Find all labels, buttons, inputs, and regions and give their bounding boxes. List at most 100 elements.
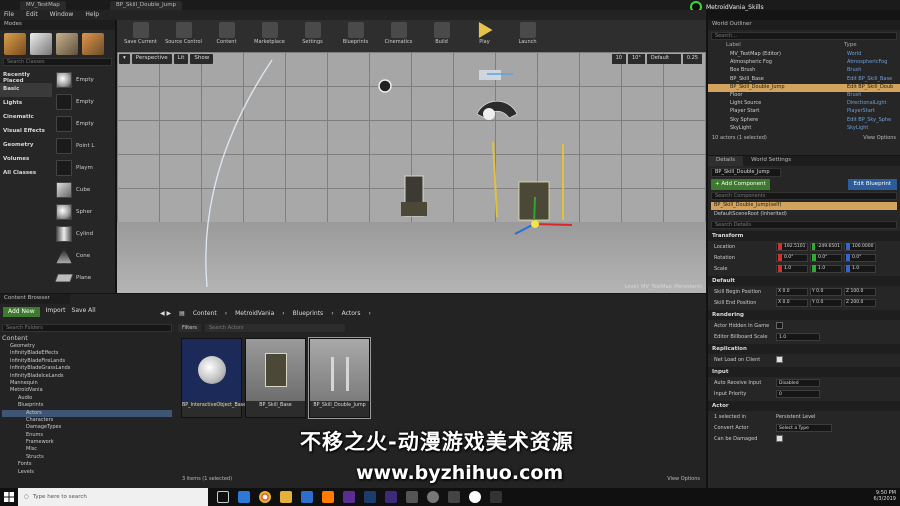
tree-item[interactable]: DamageTypes <box>2 424 172 431</box>
outliner-row[interactable]: Sky Sphere Edit BP_Sky_Sphe <box>708 117 900 125</box>
outliner-view-options[interactable]: View Options <box>863 135 896 141</box>
show-button[interactable]: Show <box>190 54 214 64</box>
import-button[interactable]: Import <box>46 307 66 317</box>
scale-y[interactable]: 1.0 <box>810 264 842 273</box>
edit-blueprint-button[interactable]: Edit Blueprint <box>847 179 897 190</box>
category-volumes[interactable]: Volumes <box>0 153 52 167</box>
location-z[interactable]: 100.0000 <box>844 242 876 251</box>
gizmo-origin[interactable] <box>531 220 539 228</box>
auto-receive-dropdown[interactable]: Disabled <box>776 378 820 387</box>
place-item[interactable]: Empty <box>52 113 115 135</box>
tree-item[interactable]: InfinityBladeFireLands <box>2 358 172 365</box>
col-type[interactable]: Type <box>844 42 894 51</box>
actor-name-field[interactable]: BP_Skill_Double_Jump <box>711 168 781 177</box>
outliner-row[interactable]: Player Start PlayerStart <box>708 108 900 116</box>
scale-x[interactable]: 1.0 <box>776 264 808 273</box>
place-item[interactable]: Cube <box>52 179 115 201</box>
premiere-icon[interactable] <box>343 491 355 503</box>
can-be-damaged-checkbox[interactable] <box>776 435 783 442</box>
place-item[interactable]: Playm <box>52 157 115 179</box>
breadcrumb-content[interactable]: Content <box>193 310 217 317</box>
tree-item-selected[interactable]: Actors <box>2 409 172 417</box>
place-item[interactable]: Point L <box>52 135 115 157</box>
steam-icon[interactable] <box>427 491 439 503</box>
tree-item[interactable]: Mannequin <box>2 380 172 387</box>
breadcrumb-blueprints[interactable]: Blueprints <box>293 310 324 317</box>
tree-item[interactable]: InfinityBladeGrassLands <box>2 365 172 372</box>
menu-window[interactable]: Window <box>50 11 74 19</box>
filters-button[interactable]: Filters <box>178 324 201 332</box>
category-recently-placed[interactable]: Recently Placed <box>0 69 52 84</box>
tree-item[interactable]: Blueprints <box>2 402 172 409</box>
system-tray[interactable]: 9:50 PM 6/3/2019 <box>874 490 896 502</box>
lit-button[interactable]: Lit <box>173 54 189 64</box>
windows-start-icon[interactable] <box>0 488 18 506</box>
tree-item[interactable]: InfinityBladeIceLands <box>2 373 172 380</box>
content-browser-tab[interactable]: Content Browser <box>0 294 70 304</box>
outliner-row[interactable]: MV_TestMap (Editor) World <box>708 51 900 59</box>
tree-item[interactable]: Characters <box>2 417 172 424</box>
viewport-options-button[interactable]: ▾ <box>119 54 130 64</box>
location-y[interactable]: -249.6501 <box>810 242 842 251</box>
place-item[interactable]: Cylind <box>52 223 115 245</box>
begin-y[interactable]: Y 0.0 <box>810 287 842 296</box>
place-mode-icon[interactable] <box>4 33 26 55</box>
add-new-button[interactable]: Add New <box>3 307 40 317</box>
calendar-icon[interactable] <box>448 491 460 503</box>
chrome-icon[interactable] <box>259 491 271 503</box>
landscape-mode-icon[interactable] <box>56 33 78 55</box>
begin-x[interactable]: X 0.0 <box>776 287 808 296</box>
build-button[interactable]: Build <box>421 22 462 50</box>
col-label[interactable]: Label <box>714 42 844 51</box>
end-y[interactable]: Y 0.0 <box>810 298 842 307</box>
place-item[interactable]: Empty <box>52 91 115 113</box>
menu-help[interactable]: Help <box>85 11 99 19</box>
input-priority-field[interactable]: 0 <box>776 389 820 398</box>
section-default[interactable]: Default <box>708 276 900 286</box>
begin-z[interactable]: Z 100.0 <box>844 287 876 296</box>
play-button[interactable]: Play <box>464 22 505 50</box>
settings-button[interactable]: Settings <box>292 22 333 50</box>
outliner-row[interactable]: Atmospheric Fog AtmosphericFog <box>708 59 900 67</box>
photoshop-icon[interactable] <box>364 491 376 503</box>
modes-search-input[interactable]: Search Classes <box>3 58 112 66</box>
place-item[interactable]: Cone <box>52 245 115 267</box>
source-control-button[interactable]: Source Control <box>163 22 204 50</box>
breadcrumb-metroidvania[interactable]: MetroidVania <box>235 310 274 317</box>
cinematics-button[interactable]: Cinematics <box>378 22 419 50</box>
asset-tile[interactable]: BP_Skill_Base <box>245 338 306 418</box>
search-assets-input[interactable]: Search Actors <box>205 324 345 332</box>
tree-item[interactable]: Content <box>2 334 172 343</box>
paint-mode-icon[interactable] <box>30 33 52 55</box>
category-cinematic[interactable]: Cinematic <box>0 111 52 125</box>
billboard-scale-field[interactable]: 1.0 <box>776 332 820 341</box>
rotation-y[interactable]: 0.0° <box>810 253 842 262</box>
animate-icon[interactable] <box>385 491 397 503</box>
launch-button[interactable]: Launch <box>507 22 548 50</box>
scale-z[interactable]: 1.0 <box>844 264 876 273</box>
outliner-row[interactable]: SkyLight SkyLight <box>708 125 900 133</box>
tree-item[interactable]: Framework <box>2 439 172 446</box>
section-transform[interactable]: Transform <box>708 231 900 241</box>
back-arrow-icon[interactable]: ◀ ▶ <box>160 310 171 317</box>
epic-launcher-icon[interactable] <box>490 491 502 503</box>
add-component-button[interactable]: + Add Component <box>711 179 770 190</box>
end-z[interactable]: Z 200.0 <box>844 298 876 307</box>
tree-item[interactable]: Levels <box>2 469 172 476</box>
section-rendering[interactable]: Rendering <box>708 310 900 320</box>
hidden-in-game-checkbox[interactable] <box>776 322 783 329</box>
outliner-row[interactable]: Light Source DirectionalLight <box>708 100 900 108</box>
gizmo-z-axis[interactable] <box>533 196 536 225</box>
edge-icon[interactable] <box>238 491 250 503</box>
location-x[interactable]: 192.5101 <box>776 242 808 251</box>
end-x[interactable]: X 0.0 <box>776 298 808 307</box>
section-actor[interactable]: Actor <box>708 401 900 411</box>
tree-item[interactable]: Misc <box>2 446 172 453</box>
place-item[interactable]: Plane <box>52 267 115 289</box>
outliner-row[interactable]: Box Brush Brush <box>708 67 900 75</box>
tab-world-settings[interactable]: World Settings <box>743 156 799 166</box>
section-input[interactable]: Input <box>708 367 900 377</box>
tree-item[interactable]: InfinityBladeEffects <box>2 350 172 357</box>
category-geometry[interactable]: Geometry <box>0 139 52 153</box>
component-root[interactable]: DefaultSceneRoot (Inherited) <box>711 211 897 219</box>
